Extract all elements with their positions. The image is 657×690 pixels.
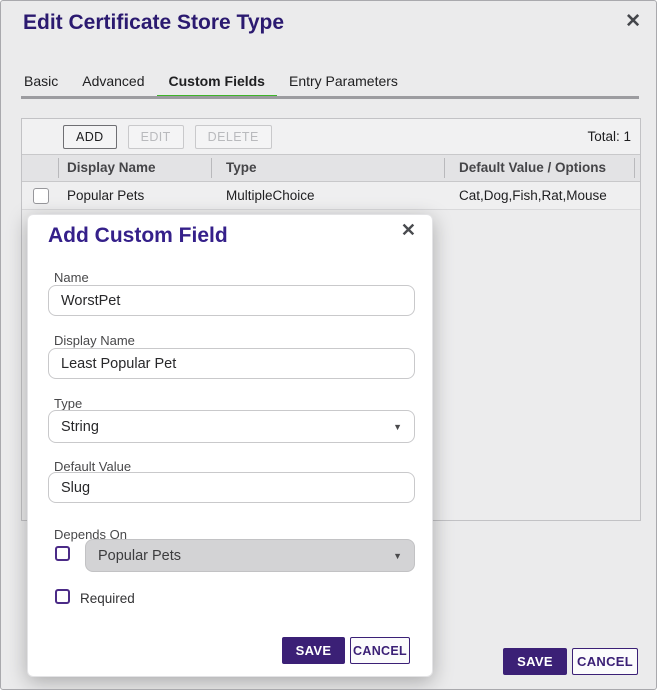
display-name-label: Display Name [54,333,135,348]
required-checkbox[interactable] [55,589,70,604]
dialog-cancel-button[interactable]: CANCEL [572,648,638,675]
tab-divider [21,96,639,99]
tab-entry-parameters[interactable]: Entry Parameters [277,71,410,99]
table-row[interactable]: Popular Pets MultipleChoice Cat,Dog,Fish… [22,182,640,210]
default-value-input[interactable] [48,472,415,503]
column-header-display-name: Display Name [59,158,212,178]
edit-button[interactable]: EDIT [127,124,184,149]
depends-on-select: Popular Pets ▼ [85,539,415,572]
edit-certificate-store-type-dialog: Edit Certificate Store Type ✕ Basic Adva… [0,0,657,690]
tab-bar: Basic Advanced Custom Fields Entry Param… [12,71,410,99]
add-custom-field-modal: Add Custom Field ✕ Name Display Name Typ… [27,214,433,677]
cell-display-name: Popular Pets [67,188,145,203]
row-checkbox[interactable] [32,187,49,204]
modal-title: Add Custom Field [48,224,228,247]
cell-type: MultipleChoice [226,188,315,203]
column-header-type: Type [212,158,445,178]
depends-on-select-value: Popular Pets [98,547,182,564]
tab-advanced[interactable]: Advanced [70,71,156,99]
page-title: Edit Certificate Store Type [23,11,285,34]
tab-basic[interactable]: Basic [12,71,70,99]
name-input[interactable] [48,285,415,316]
chevron-down-icon: ▼ [393,421,402,432]
tab-custom-fields[interactable]: Custom Fields [156,71,278,99]
modal-cancel-button[interactable]: CANCEL [350,637,410,664]
cell-default-value: Cat,Dog,Fish,Rat,Mouse [459,188,607,203]
modal-close-icon[interactable]: ✕ [401,220,416,241]
close-icon[interactable]: ✕ [625,11,641,33]
type-select[interactable]: String ▼ [48,410,415,443]
depends-on-checkbox[interactable] [55,546,70,561]
modal-save-button[interactable]: SAVE [282,637,345,664]
table-header-row: Display Name Type Default Value / Option… [22,154,640,182]
total-count: Total: 1 [587,129,631,144]
delete-button[interactable]: DELETE [194,124,272,149]
type-select-value: String [61,418,99,435]
column-header-default-value: Default Value / Options [445,158,635,178]
display-name-input[interactable] [48,348,415,379]
name-label: Name [54,270,89,285]
add-button[interactable]: ADD [63,124,117,149]
chevron-down-icon: ▼ [393,550,402,561]
header-checkbox-cell [22,158,59,178]
table-toolbar: ADD EDIT DELETE Total: 1 [22,119,640,154]
required-label: Required [80,591,135,606]
type-label: Type [54,396,83,411]
dialog-save-button[interactable]: SAVE [503,648,567,675]
